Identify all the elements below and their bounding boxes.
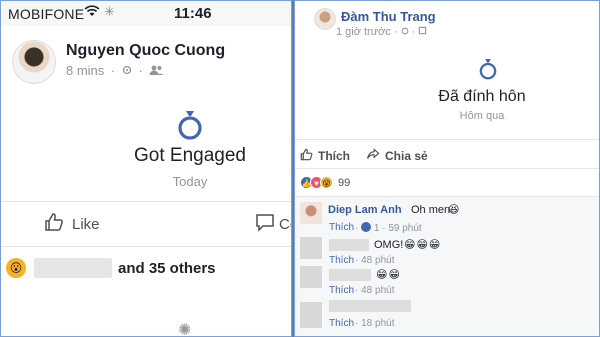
post-time[interactable]: 1 giờ trước bbox=[336, 26, 391, 38]
ring-icon bbox=[478, 56, 498, 82]
comment-meta: · 1 · 59 phút bbox=[355, 222, 422, 234]
redacted-comment bbox=[329, 300, 411, 312]
comment-like-count: 1 bbox=[373, 223, 380, 234]
thumbs-up-icon bbox=[300, 148, 313, 164]
event-title: Đã đính hôn bbox=[438, 88, 526, 105]
comment-meta: · 48 phút bbox=[355, 285, 395, 296]
wow-reaction-icon: 😮 bbox=[320, 176, 333, 189]
activity-spinner-icon: ✳ bbox=[104, 4, 115, 19]
avatar[interactable] bbox=[12, 40, 56, 84]
event-date: Today bbox=[172, 174, 208, 189]
divider bbox=[0, 201, 292, 202]
avatar[interactable] bbox=[300, 237, 322, 259]
redacted-name bbox=[34, 258, 112, 278]
like-button[interactable]: Thích bbox=[300, 148, 350, 164]
like-label: Thích bbox=[318, 149, 350, 163]
reaction-summary[interactable]: 👍 ♥ 😮 99 bbox=[300, 176, 350, 189]
comment-text: OMG! bbox=[374, 239, 404, 251]
ring-icon bbox=[176, 108, 204, 142]
thumbs-up-icon bbox=[44, 212, 64, 236]
comment-author[interactable]: Diep Lam Anh bbox=[328, 204, 402, 216]
status-bar: MOBIFONE ✳ 11:46 bbox=[0, 0, 292, 26]
comments-section bbox=[294, 197, 600, 337]
comment-time: 18 phút bbox=[361, 318, 395, 329]
avatar[interactable] bbox=[300, 266, 322, 288]
comment-like-link[interactable]: Thích bbox=[329, 318, 354, 329]
comment-time: 48 phút bbox=[361, 285, 395, 296]
comment-like-link[interactable]: Thích bbox=[329, 222, 354, 233]
share-label: Chia sẻ bbox=[385, 148, 428, 163]
wifi-icon bbox=[84, 4, 100, 21]
avatar[interactable] bbox=[300, 302, 322, 328]
divider bbox=[0, 246, 292, 247]
globe-icon bbox=[418, 26, 427, 38]
comment-meta: · 48 phút bbox=[355, 255, 395, 266]
wow-reaction-icon: 😮 bbox=[6, 258, 26, 278]
friends-icon bbox=[149, 63, 164, 78]
left-panel: MOBIFONE ✳ 11:46 Nguyen Quoc Cuong 8 min… bbox=[0, 0, 292, 337]
speech-bubble-icon bbox=[255, 212, 275, 236]
post-meta: 8 mins · · bbox=[66, 63, 164, 78]
like-button[interactable]: Like bbox=[44, 212, 100, 236]
separator-dot: · bbox=[138, 63, 143, 78]
post-time[interactable]: 8 mins bbox=[66, 63, 104, 78]
comment-time: 48 phút bbox=[361, 255, 395, 266]
comment-button[interactable]: Co bbox=[255, 212, 292, 236]
post-meta: 1 giờ trước · · bbox=[336, 26, 427, 38]
avatar[interactable] bbox=[300, 202, 322, 224]
reaction-count-text: and 35 others bbox=[118, 259, 216, 277]
like-count-icon bbox=[361, 222, 372, 232]
comment-emoji: 😁😁😁 bbox=[404, 239, 442, 251]
reaction-count: 99 bbox=[338, 176, 351, 189]
comment-like-link[interactable]: Thích bbox=[329, 285, 354, 296]
comment-time: 59 phút bbox=[388, 223, 422, 234]
settings-icon bbox=[401, 26, 412, 38]
redacted-name bbox=[329, 269, 371, 281]
comment-emoji: 😁😁 bbox=[376, 269, 401, 281]
comment-emoji: 😆 bbox=[448, 204, 461, 216]
event-date: Hôm qua bbox=[459, 110, 505, 122]
separator-dot: · bbox=[393, 26, 401, 38]
divider bbox=[294, 139, 600, 140]
post-author[interactable]: Nguyen Quoc Cuong bbox=[66, 42, 225, 60]
separator-dot: · bbox=[110, 63, 116, 78]
redacted-name bbox=[329, 239, 369, 251]
settings-icon bbox=[122, 63, 136, 78]
like-label: Like bbox=[72, 215, 100, 233]
comment-like-link[interactable]: Thích bbox=[329, 255, 354, 266]
event-title: Got Engaged bbox=[134, 145, 246, 166]
share-button[interactable]: Chia sẻ bbox=[367, 148, 428, 163]
carrier-name: MOBIFONE bbox=[8, 6, 85, 22]
comment-text: Oh men bbox=[411, 204, 451, 216]
loading-spinner-icon: ✺ bbox=[178, 322, 192, 337]
post-author[interactable]: Đàm Thu Trang bbox=[341, 9, 436, 24]
share-arrow-icon bbox=[367, 148, 380, 163]
avatar[interactable] bbox=[314, 8, 336, 30]
comment-meta: · 18 phút bbox=[355, 318, 395, 329]
divider bbox=[294, 168, 600, 169]
status-time: 11:46 bbox=[174, 5, 212, 22]
reaction-summary[interactable]: 😮 and 35 others bbox=[6, 258, 216, 278]
